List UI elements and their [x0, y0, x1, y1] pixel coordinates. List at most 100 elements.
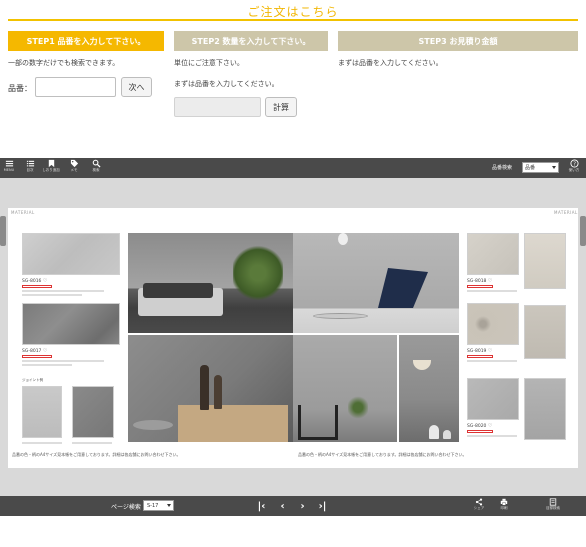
spec-tag [467, 355, 493, 358]
catalog-list-button[interactable]: 目録検索 [541, 498, 565, 515]
chevron-down-icon [167, 504, 171, 507]
living-room-photo[interactable] [293, 233, 459, 333]
product-code: SG-8018 ♡ [467, 278, 492, 284]
page-search-label: ページ検索 [111, 504, 141, 511]
bowl [133, 420, 173, 430]
spec-tag [467, 430, 493, 433]
product-code-text: SG-8016 [22, 279, 42, 284]
first-page-button[interactable]: |‹ [255, 500, 268, 512]
help-icon: ? [569, 159, 579, 168]
spec-text-line [467, 290, 517, 292]
joint-swatch[interactable] [524, 378, 566, 440]
joint-swatch[interactable] [524, 233, 566, 289]
wall-lamp [413, 360, 431, 370]
chevron-left-icon: ‹ [280, 500, 285, 512]
quantity-input[interactable] [174, 97, 261, 117]
page-select[interactable]: S-17 [143, 500, 174, 511]
search-icon [92, 159, 101, 168]
heart-icon[interactable]: ♡ [43, 278, 47, 284]
menu-button[interactable]: MENU [0, 159, 20, 177]
sample-swatch[interactable] [22, 303, 120, 345]
vase-display-photo[interactable] [128, 335, 293, 442]
spec-text-line [72, 442, 112, 444]
memo-button[interactable]: メモ [63, 159, 85, 177]
share-icon [475, 498, 483, 506]
glass-table [313, 313, 368, 319]
viewer-bottom-toolbar: ページ検索 S-17 |‹ ‹ › ›| シェア 印刷 目録検索 [0, 496, 586, 516]
step3-header: STEP3 お見積り金額 [338, 31, 578, 51]
share-label: シェア [473, 506, 485, 510]
product-code-text: SG-8020 [467, 424, 487, 429]
joint-swatch[interactable] [72, 386, 114, 438]
white-vase [443, 430, 451, 439]
spec-text-line [22, 442, 62, 444]
calculate-button[interactable]: 計算 [265, 97, 297, 117]
item-search-select-value: 品番 [525, 165, 536, 171]
title-divider [8, 19, 578, 21]
help-label: 使い方 [568, 168, 580, 172]
item-search-select[interactable]: 品番 [522, 162, 559, 173]
svg-text:?: ? [573, 162, 576, 168]
prev-page-button[interactable]: ‹ [276, 500, 289, 512]
menu-label: MENU [3, 168, 15, 172]
search-label: 検索 [92, 168, 100, 172]
product-code: SG-8017 ♡ [22, 348, 47, 354]
spec-text-line [22, 294, 82, 296]
joint-example-label: ジョイント例 [22, 378, 43, 382]
item-number-label: 品番： [8, 84, 32, 93]
spec-text-line [467, 360, 517, 362]
bookmark-button[interactable]: しおり追加 [40, 159, 62, 177]
wall-lamp-photo[interactable] [399, 335, 459, 442]
catalog-spread: MATERIAL MATERIAL SG-8016 ♡ SG-8017 ♡ ジョ… [8, 208, 578, 468]
product-code-text: SG-8017 [22, 349, 42, 354]
catalog-viewer: MENU 目次 しおり追加 メモ 検索 品番検索 品番 ? 使い方 MATERI… [0, 158, 586, 516]
list-icon [26, 160, 34, 167]
step1-panel: STEP1 品番を入力して下さい。 [8, 31, 164, 51]
bedroom-photo[interactable] [128, 233, 293, 333]
product-code: SG-8020 ♡ [467, 423, 492, 429]
printer-icon [500, 498, 508, 506]
toc-button[interactable]: 目次 [19, 159, 41, 177]
order-title: ご注文はこちら [247, 5, 339, 19]
step1-header: STEP1 品番を入力して下さい。 [8, 31, 164, 51]
spec-tag [22, 355, 52, 358]
heart-icon[interactable]: ♡ [488, 348, 492, 354]
search-button[interactable]: 検索 [85, 159, 107, 177]
sample-swatch[interactable] [467, 303, 519, 345]
print-button[interactable]: 印刷 [492, 498, 516, 515]
catalog-list-label: 目録検索 [546, 506, 560, 510]
memo-label: メモ [70, 168, 78, 172]
product-code: SG-8016 ♡ [22, 278, 47, 284]
bookmark-icon [48, 159, 54, 168]
sample-swatch[interactable] [467, 378, 519, 420]
spec-text-line [467, 435, 517, 437]
chair-corner-photo[interactable] [293, 335, 397, 442]
first-page-icon: |‹ [257, 500, 266, 512]
white-vase [429, 425, 439, 439]
share-button[interactable]: シェア [467, 498, 491, 515]
material-label-left: MATERIAL [11, 210, 35, 215]
joint-swatch[interactable] [22, 386, 62, 438]
tall-vase [200, 365, 209, 410]
step2-hint: まずは品番を入力してください。 [174, 80, 279, 88]
step2-unit-note: 単位にご注意下さい。 [174, 59, 244, 67]
last-page-button[interactable]: ›| [316, 500, 329, 512]
help-button[interactable]: ? 使い方 [563, 159, 585, 177]
product-code-text: SG-8019 [467, 349, 487, 354]
document-list-icon [549, 498, 557, 506]
left-side-tab[interactable] [0, 216, 6, 246]
next-page-button[interactable]: › [296, 500, 309, 512]
joint-swatch[interactable] [524, 305, 566, 359]
next-button[interactable]: 次へ [121, 77, 152, 97]
item-number-input[interactable] [35, 77, 116, 97]
heart-icon[interactable]: ♡ [488, 423, 492, 429]
heart-icon[interactable]: ♡ [43, 348, 47, 354]
tag-icon [70, 159, 78, 168]
chair [298, 405, 338, 440]
sample-swatch[interactable] [467, 233, 519, 275]
heart-icon[interactable]: ♡ [488, 278, 492, 284]
chevron-down-icon [552, 166, 556, 169]
right-side-tab[interactable] [580, 216, 586, 246]
sample-swatch[interactable] [22, 233, 120, 275]
menu-icon [5, 160, 13, 167]
